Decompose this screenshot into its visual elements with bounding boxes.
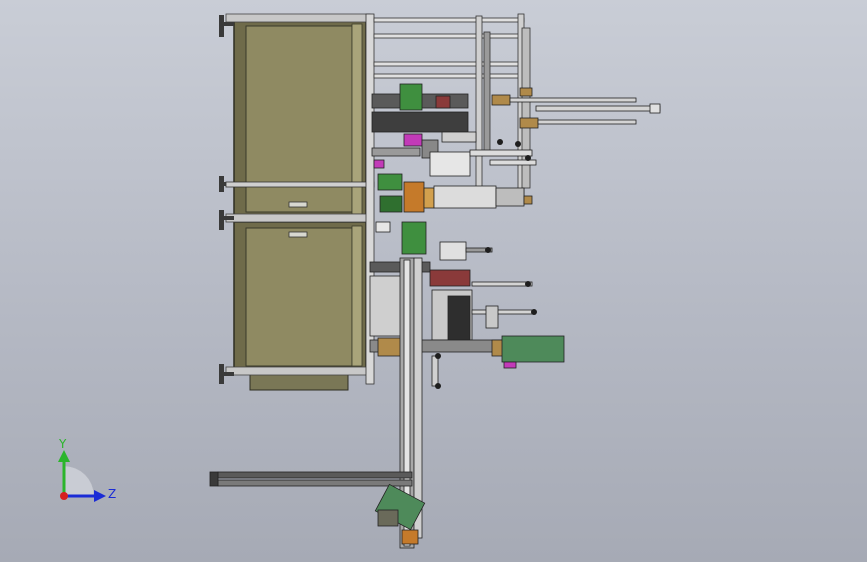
z-axis-arrow-icon — [94, 490, 106, 502]
machine-cabinet — [219, 13, 375, 391]
y-axis-arrow-icon — [58, 450, 70, 462]
axis-triad: Y Z — [58, 437, 116, 502]
triad-background-sector — [63, 465, 95, 497]
upper-mechanism — [371, 83, 661, 213]
cad-model-viewport[interactable] — [0, 0, 867, 562]
drive-motor — [501, 335, 565, 363]
lower-door-handle — [288, 231, 308, 238]
lower-cabinet-door — [245, 227, 353, 367]
y-axis-label: Y — [58, 437, 67, 451]
leveling-feet — [219, 15, 234, 384]
z-axis-label: Z — [108, 487, 116, 501]
lower-mechanism — [369, 221, 565, 387]
x-axis-dot-icon — [60, 492, 68, 500]
upper-door-handle — [288, 201, 308, 208]
